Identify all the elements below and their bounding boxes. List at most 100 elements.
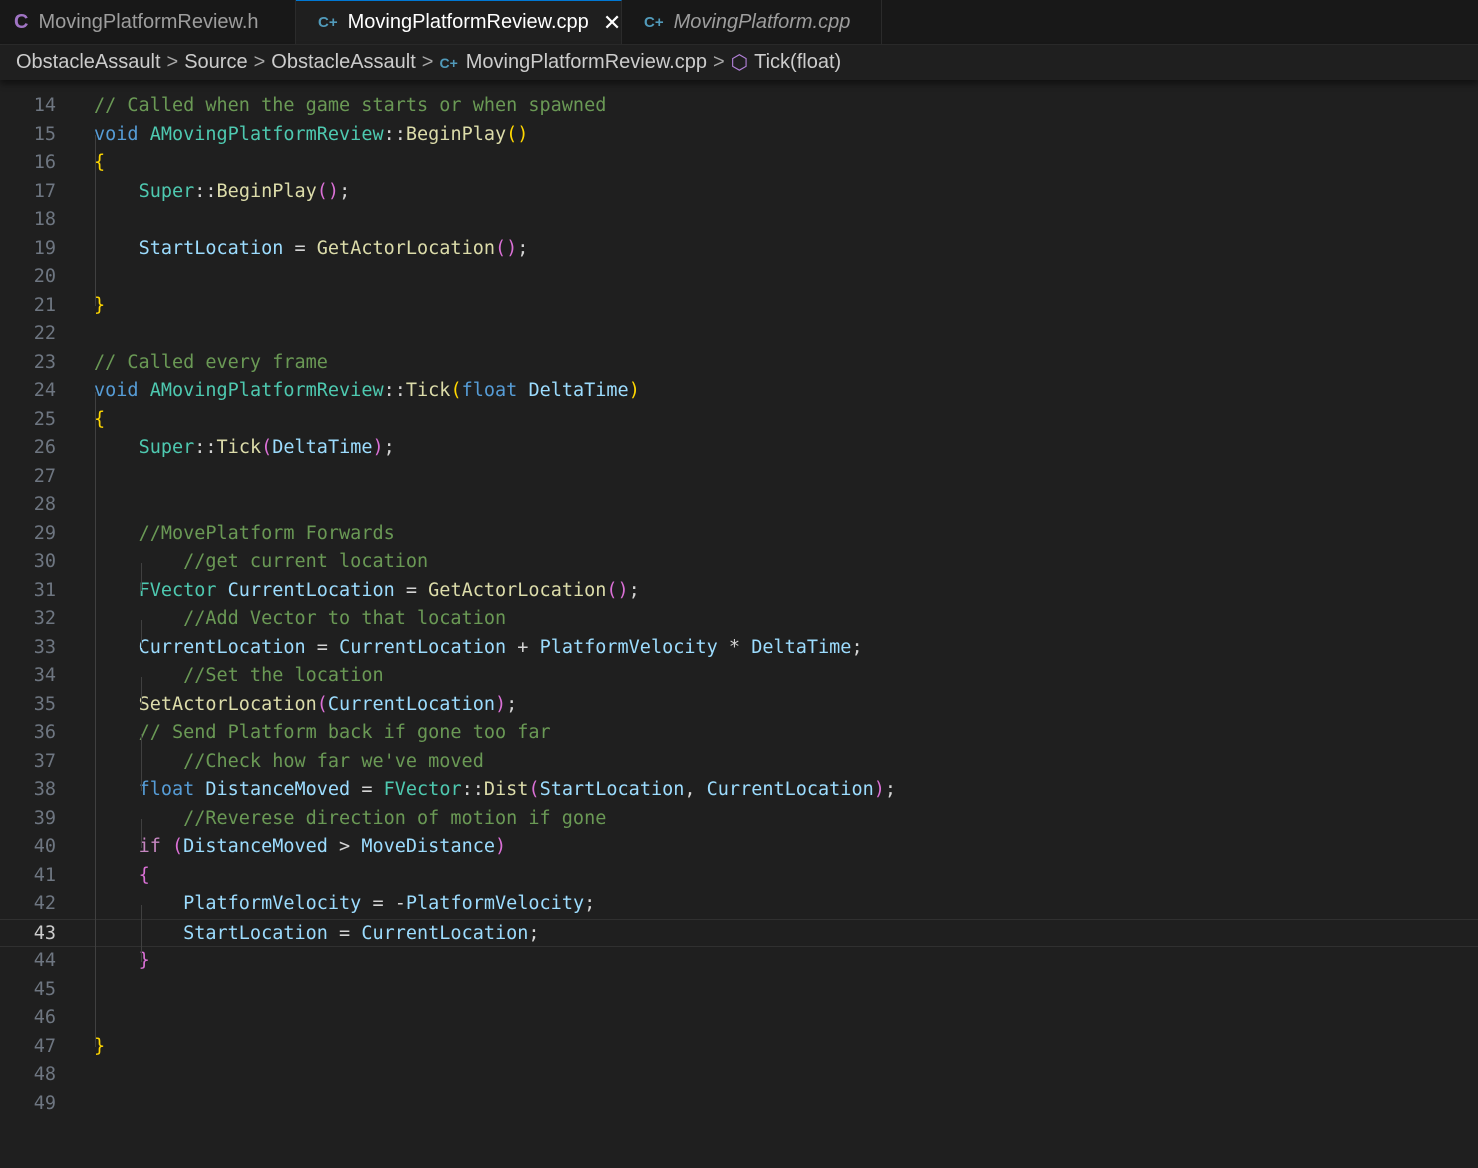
code-line[interactable]: 25{ — [0, 406, 1478, 435]
code-line[interactable]: 48 — [0, 1061, 1478, 1090]
code-line[interactable]: 33 CurrentLocation = CurrentLocation + P… — [0, 634, 1478, 663]
line-number: 44 — [33, 950, 56, 971]
code-token: ; — [339, 180, 351, 202]
breadcrumb-item-file[interactable]: MovingPlatformReview.cpp — [466, 51, 707, 74]
code-line[interactable]: 40 if (DistanceMoved > MoveDistance) — [0, 833, 1478, 862]
code-token: DistanceMoved — [205, 779, 351, 800]
line-number: 29 — [33, 522, 56, 544]
breadcrumb-item-obstacleassault[interactable]: ObstacleAssault — [16, 51, 161, 74]
code-token: PlatformVelocity — [405, 893, 585, 914]
code-line[interactable]: 37 //Check how far we've moved — [0, 748, 1478, 777]
code-token: //Check how far we've moved — [183, 750, 484, 772]
code-token: StartLocation — [183, 922, 328, 944]
code-line[interactable]: 36 // Send Platform back if gone too far — [0, 719, 1478, 748]
code-token: ; — [584, 893, 596, 914]
breadcrumb-item-source[interactable]: Source — [184, 51, 247, 74]
line-number: 15 — [33, 123, 56, 145]
code-line[interactable]: 16{ — [0, 149, 1478, 178]
code-token: //Reverese direction of motion if gone — [183, 807, 607, 829]
tab-moving-platform-cpp[interactable]: C+ MovingPlatform.cpp — [622, 0, 882, 44]
code-line[interactable]: 19 StartLocation = GetActorLocation(); — [0, 235, 1478, 264]
code-token: AMovingPlatformReview — [149, 380, 384, 401]
code-line[interactable]: 14 // Called when the game starts or when… — [0, 92, 1478, 121]
code-text: //Add Vector to that location — [94, 605, 506, 634]
indent-guide — [141, 733, 142, 791]
code-line[interactable]: 42 PlatformVelocity = -PlatformVelocity; — [0, 890, 1478, 919]
code-line[interactable]: 49 — [0, 1090, 1478, 1119]
code-token: Super — [138, 437, 195, 458]
code-token: // Called every frame — [94, 351, 328, 373]
code-token: () — [606, 579, 629, 601]
code-token: //MovePlatform Forwards — [138, 522, 395, 544]
code-editor[interactable]: 14 // Called when the game starts or when… — [0, 92, 1478, 1168]
code-token: AMovingPlatformReview — [149, 123, 384, 145]
code-token: ; — [628, 579, 640, 601]
code-line[interactable]: 31 FVector CurrentLocation = GetActorLoc… — [0, 577, 1478, 606]
line-number: 28 — [33, 494, 56, 515]
code-line[interactable]: 29 //MovePlatform Forwards — [0, 520, 1478, 549]
code-line[interactable]: 27 — [0, 463, 1478, 492]
close-icon[interactable]: ✕ — [603, 10, 621, 36]
code-text: { — [94, 862, 150, 891]
line-number: 23 — [33, 351, 56, 373]
code-line[interactable]: 43 StartLocation = CurrentLocation; — [0, 918, 1478, 947]
code-token: ; — [517, 237, 529, 259]
code-line[interactable]: 30 //get current location — [0, 548, 1478, 577]
code-line[interactable]: 46 — [0, 1004, 1478, 1033]
code-token: //Add Vector to that location — [183, 608, 507, 629]
code-line[interactable]: 41 { — [0, 862, 1478, 891]
line-number: 37 — [33, 750, 56, 772]
line-number: 49 — [33, 1092, 56, 1114]
code-line[interactable]: 20 — [0, 263, 1478, 292]
code-line[interactable]: 34 //Set the location — [0, 662, 1478, 691]
code-token: StartLocation — [539, 779, 685, 800]
line-number: 42 — [33, 893, 56, 914]
code-token: = — [350, 779, 384, 800]
code-line[interactable]: 28 — [0, 491, 1478, 520]
code-token: Tick — [216, 437, 262, 458]
code-token: BeginPlay — [216, 180, 317, 202]
code-line[interactable]: 21} — [0, 292, 1478, 321]
indent-guide — [95, 391, 96, 1047]
code-line[interactable]: 17 Super::BeginPlay(); — [0, 178, 1478, 207]
code-line[interactable]: 26 Super::Tick(DeltaTime); — [0, 434, 1478, 463]
cpp-file-icon: C+ — [439, 54, 458, 71]
code-line[interactable]: 24 void AMovingPlatformReview::Tick(float… — [0, 377, 1478, 406]
line-number: 30 — [33, 551, 56, 572]
code-text: FVector CurrentLocation = GetActorLocati… — [94, 577, 640, 606]
code-token: // Called when the game starts or when s… — [94, 95, 607, 116]
code-line[interactable]: 44 } — [0, 947, 1478, 976]
code-line[interactable]: 45 — [0, 976, 1478, 1005]
code-line[interactable]: 15 void AMovingPlatformReview::BeginPlay(… — [0, 121, 1478, 150]
code-line[interactable]: 39 //Reverese direction of motion if gon… — [0, 805, 1478, 834]
line-number: 20 — [33, 266, 56, 287]
code-token: () — [316, 180, 340, 202]
code-line[interactable]: 38 float DistanceMoved = FVector::Dist(S… — [0, 776, 1478, 805]
code-line[interactable]: 22 — [0, 320, 1478, 349]
code-token: GetActorLocation — [428, 579, 607, 601]
code-line[interactable]: 32 //Add Vector to that location — [0, 605, 1478, 634]
indent-guide — [95, 135, 96, 306]
code-line[interactable]: 35 SetActorLocation(CurrentLocation); — [0, 691, 1478, 720]
code-token: * — [717, 636, 752, 658]
code-line[interactable]: 18 — [0, 206, 1478, 235]
code-token: CurrentLocation — [138, 636, 306, 658]
code-token: :: — [194, 437, 217, 458]
tab-moving-platform-review-h[interactable]: C MovingPlatformReview.h — [0, 0, 296, 44]
cpp-file-icon: C+ — [318, 14, 338, 31]
line-number: 39 — [33, 807, 56, 829]
tab-label: MovingPlatform.cpp — [673, 10, 851, 33]
tab-moving-platform-review-cpp[interactable]: C+ MovingPlatformReview.cpp ✕ — [296, 0, 622, 44]
indent-guide — [141, 676, 142, 705]
breadcrumb-item-symbol[interactable]: Tick(float) — [754, 51, 841, 74]
code-line[interactable]: 23 // Called every frame — [0, 349, 1478, 378]
code-token: SetActorLocation — [138, 693, 317, 715]
code-token: { — [138, 864, 150, 886]
code-line[interactable]: 47} — [0, 1033, 1478, 1062]
breadcrumb-item-obstacleassault-folder[interactable]: ObstacleAssault — [271, 51, 416, 74]
code-token: ) — [495, 693, 507, 715]
